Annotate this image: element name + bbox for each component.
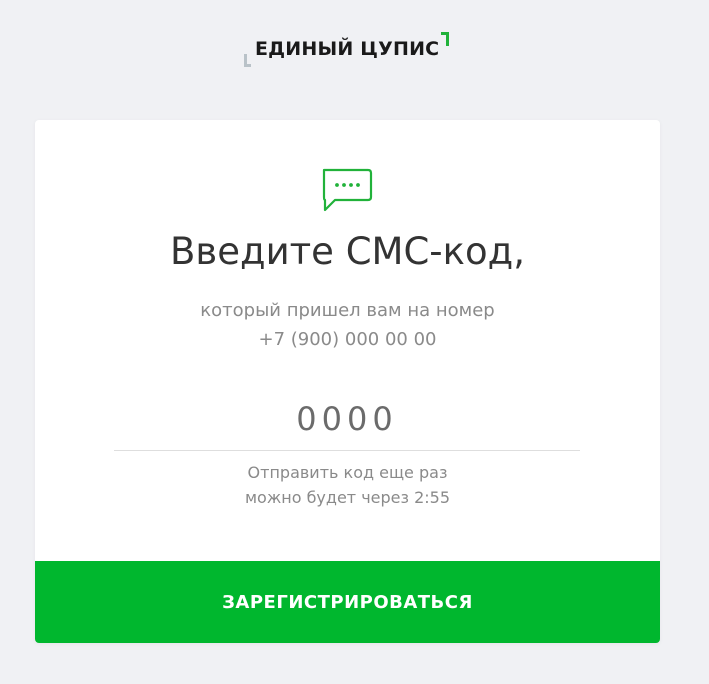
sms-code-input[interactable]: 0000 bbox=[114, 398, 580, 451]
subtitle-text: который пришел вам на номер bbox=[200, 300, 495, 321]
sms-icon bbox=[322, 168, 373, 212]
logo-corner-left bbox=[244, 54, 251, 67]
logo-text: ЕДИНЫЙ ЦУПИС bbox=[255, 38, 440, 60]
register-button[interactable]: ЗАРЕГИСТРИРОВАТЬСЯ bbox=[35, 561, 660, 643]
sms-code-card: Введите СМС-код, который пришел вам на н… bbox=[35, 120, 660, 643]
resend-timer: можно будет через 2:55 bbox=[244, 488, 451, 507]
logo-corner-right bbox=[441, 32, 449, 46]
resend-text: Отправить код еще раз bbox=[247, 463, 448, 482]
page-title: Введите СМС-код, bbox=[170, 230, 525, 273]
phone-number: +7 (900) 000 00 00 bbox=[258, 329, 437, 350]
logo: ЕДИНЫЙ ЦУПИС bbox=[244, 30, 456, 74]
